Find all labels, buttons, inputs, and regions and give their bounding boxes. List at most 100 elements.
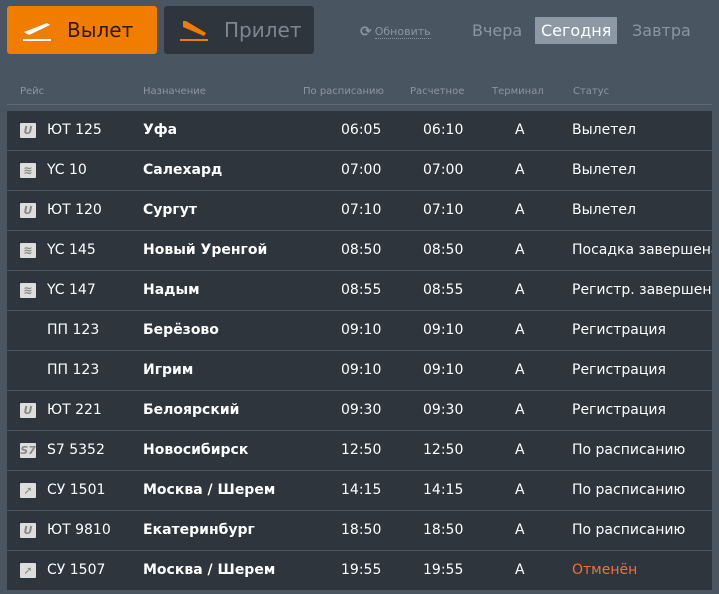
- tab-arrival-label: Прилет: [224, 18, 302, 42]
- cell-status: Регистрация: [572, 362, 666, 378]
- cell-sched: 09:10: [341, 322, 382, 338]
- cell-flight: ЮТ 125: [47, 122, 102, 138]
- cell-dest: Белоярский: [143, 402, 240, 418]
- table-row[interactable]: U ЮТ 125 Уфа 06:05 06:10 A Вылетел: [7, 111, 712, 150]
- cell-est: 09:10: [423, 362, 464, 378]
- day-tomorrow[interactable]: Завтра: [626, 17, 697, 44]
- cell-term: A: [515, 482, 525, 498]
- cell-dest: Сургут: [143, 202, 197, 218]
- cell-flight: ЮТ 9810: [47, 522, 111, 538]
- header-status: Статус: [573, 86, 610, 97]
- cell-dest: Новосибирск: [143, 442, 249, 458]
- cell-term: A: [515, 282, 525, 298]
- header-divider: [7, 104, 712, 105]
- cell-flight: YC 147: [47, 282, 96, 298]
- cell-status: Вылетел: [572, 162, 636, 178]
- cell-est: 18:50: [423, 522, 464, 538]
- table-row[interactable]: ≋ YC 10 Салехард 07:00 07:00 A Вылетел: [7, 151, 712, 190]
- cell-term: A: [515, 562, 525, 578]
- cell-est: 12:50: [423, 442, 464, 458]
- cell-dest: Надым: [143, 282, 200, 298]
- header-scheduled: По расписанию: [303, 86, 384, 97]
- utair-logo-icon: U: [20, 123, 36, 138]
- cell-sched: 19:55: [341, 562, 382, 578]
- cell-dest: Игрим: [143, 362, 194, 378]
- cell-sched: 09:10: [341, 362, 382, 378]
- cell-est: 19:55: [423, 562, 464, 578]
- cell-status: Отменён: [572, 562, 638, 578]
- day-yesterday[interactable]: Вчера: [466, 17, 528, 44]
- cell-sched: 09:30: [341, 402, 382, 418]
- header-estimated: Расчетное: [410, 86, 465, 97]
- cell-flight: ЮТ 221: [47, 402, 102, 418]
- cell-flight: YC 10: [47, 162, 87, 178]
- yamal-logo-icon: ≋: [20, 243, 36, 258]
- table-row[interactable]: ≋ YC 145 Новый Уренгой 08:50 08:50 A Посадка з…: [7, 231, 712, 270]
- refresh-button[interactable]: ⟳ Обновить: [360, 24, 431, 40]
- utair-logo-icon: U: [20, 523, 36, 538]
- cell-flight: S7 5352: [47, 442, 105, 458]
- cell-term: A: [515, 362, 525, 378]
- cell-est: 08:55: [423, 282, 464, 298]
- refresh-icon: ⟳: [360, 24, 372, 40]
- header-terminal: Терминал: [492, 86, 544, 97]
- cell-est: 08:50: [423, 242, 464, 258]
- cell-status: По расписанию: [572, 522, 686, 538]
- table-row[interactable]: ПП 123 Игрим 09:10 09:10 A Регистрация: [7, 351, 712, 390]
- cell-term: A: [515, 402, 525, 418]
- cell-term: A: [515, 242, 525, 258]
- table-row[interactable]: ≋ YC 147 Надым 08:55 08:55 A Регистр. завершен…: [7, 271, 712, 310]
- cell-status: Регистр. завершена: [572, 282, 712, 298]
- table-row[interactable]: U ЮТ 221 Белоярский 09:30 09:30 A Регистрация: [7, 391, 712, 430]
- tab-departure-label: Вылет: [67, 18, 134, 42]
- cell-status: Посадка завершена: [572, 242, 712, 258]
- cell-sched: 18:50: [341, 522, 382, 538]
- header-destination: Назначение: [143, 86, 206, 97]
- tab-departure[interactable]: Вылет: [7, 6, 157, 54]
- takeoff-icon: [23, 23, 51, 41]
- aeroflot-logo-icon: ➚: [20, 563, 36, 578]
- cell-sched: 08:50: [341, 242, 382, 258]
- table-row[interactable]: ➚ СУ 1507 Москва / Шерем 19:55 19:55 A Отменён: [7, 551, 712, 590]
- cell-est: 07:00: [423, 162, 464, 178]
- cell-status: Вылетел: [572, 202, 636, 218]
- landing-icon: [180, 21, 208, 41]
- table-row[interactable]: S7 S7 5352 Новосибирск 12:50 12:50 A По распис…: [7, 431, 712, 470]
- cell-flight: ЮТ 120: [47, 202, 102, 218]
- tab-arrival[interactable]: Прилет: [164, 6, 314, 54]
- refresh-label: Обновить: [374, 25, 431, 39]
- cell-sched: 07:10: [341, 202, 382, 218]
- aeroflot-logo-icon: ➚: [20, 483, 36, 498]
- cell-est: 14:15: [423, 482, 464, 498]
- table-row[interactable]: ПП 123 Берёзово 09:10 09:10 A Регистрация: [7, 311, 712, 350]
- cell-flight: СУ 1501: [47, 482, 106, 498]
- cell-dest: Уфа: [143, 122, 178, 138]
- cell-flight: YC 145: [47, 242, 96, 258]
- yamal-logo-icon: ≋: [20, 283, 36, 298]
- cell-sched: 06:05: [341, 122, 382, 138]
- cell-status: По расписанию: [572, 442, 686, 458]
- cell-flight: ПП 123: [47, 322, 100, 338]
- cell-est: 07:10: [423, 202, 464, 218]
- cell-term: A: [515, 522, 525, 538]
- cell-term: A: [515, 122, 525, 138]
- cell-dest: Салехард: [143, 162, 223, 178]
- cell-status: Вылетел: [572, 122, 636, 138]
- utair-logo-icon: U: [20, 203, 36, 218]
- table-row[interactable]: U ЮТ 120 Сургут 07:10 07:10 A Вылетел: [7, 191, 712, 230]
- cell-term: A: [515, 162, 525, 178]
- cell-sched: 08:55: [341, 282, 382, 298]
- cell-status: По расписанию: [572, 482, 686, 498]
- utair-logo-icon: U: [20, 403, 36, 418]
- cell-est: 06:10: [423, 122, 464, 138]
- cell-status: Регистрация: [572, 322, 666, 338]
- table-row[interactable]: ➚ СУ 1501 Москва / Шерем 14:15 14:15 A По расп…: [7, 471, 712, 510]
- cell-status: Регистрация: [572, 402, 666, 418]
- day-today[interactable]: Сегодня: [535, 17, 618, 44]
- s7-logo-icon: S7: [20, 443, 36, 458]
- table-row[interactable]: U ЮТ 9810 Екатеринбург 18:50 18:50 A По распис…: [7, 511, 712, 550]
- cell-dest: Екатеринбург: [143, 522, 255, 538]
- cell-term: A: [515, 322, 525, 338]
- cell-est: 09:30: [423, 402, 464, 418]
- cell-sched: 07:00: [341, 162, 382, 178]
